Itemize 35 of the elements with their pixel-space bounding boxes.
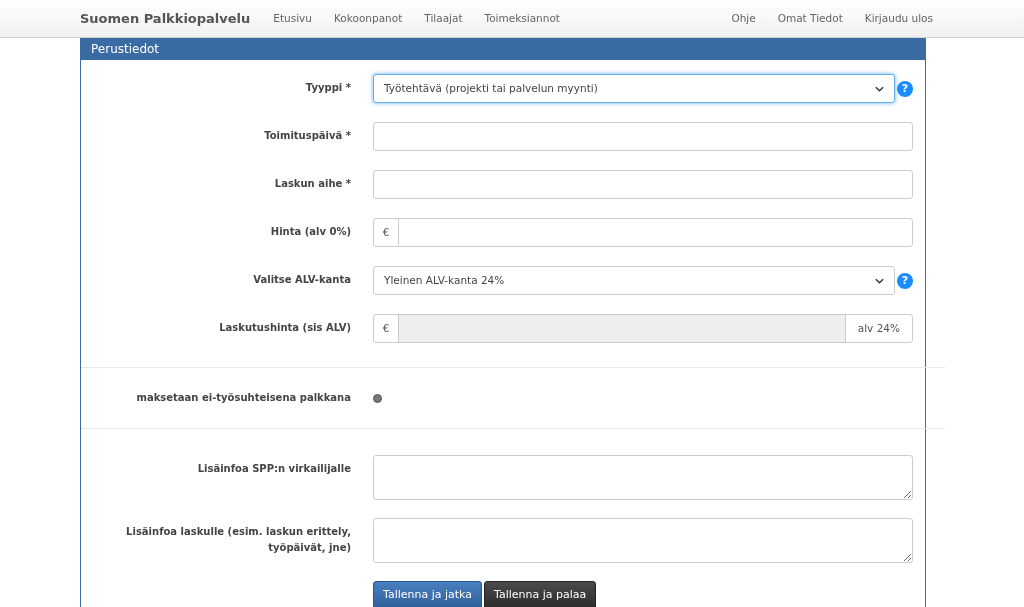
- nav-link[interactable]: Toimeksiannot: [473, 10, 571, 27]
- unit-suffix: alv 24%: [844, 315, 912, 342]
- nav-link[interactable]: Kirjaudu ulos: [853, 10, 944, 27]
- field-label: Hinta (alv 0%): [269, 225, 351, 239]
- help-icon[interactable]: ?: [897, 80, 913, 97]
- currency-prefix: €: [374, 219, 399, 246]
- field-label: Lisäinfoa laskulle (esim. laskun erittely, työpäivät, jne): [125, 525, 351, 555]
- nav-link[interactable]: Tilaajat: [413, 10, 474, 27]
- dropdown[interactable]: Työtehtävä (projekti tai palvelun myynti): [373, 74, 896, 103]
- caret-icon: [875, 85, 885, 92]
- nav-link[interactable]: Ohje: [720, 10, 767, 27]
- text-area[interactable]: [373, 455, 913, 500]
- field-label: maksetaan ei-työsuhteisena palkkana: [135, 391, 351, 405]
- field-label: Laskun aihe *: [273, 177, 351, 191]
- field-label: Lisäinfoa SPP:n virkailijalle: [196, 462, 351, 476]
- help-icon[interactable]: ?: [897, 272, 913, 289]
- save-button[interactable]: Tallenna ja palaa: [484, 581, 597, 607]
- radio-button[interactable]: [373, 393, 382, 403]
- brand-title[interactable]: Suomen Palkkiopalvelu: [80, 8, 251, 29]
- nav-link[interactable]: Omat Tiedot: [766, 10, 854, 27]
- dropdown[interactable]: Yleinen ALV-kanta 24%: [373, 266, 896, 295]
- field-label: Toimituspäivä *: [263, 129, 351, 143]
- input-group[interactable]: €: [373, 218, 913, 247]
- nav-link[interactable]: Etusivu: [262, 10, 323, 27]
- input-group[interactable]: € alv 24%: [373, 314, 913, 343]
- text-area[interactable]: [373, 518, 913, 563]
- field-label: Valitse ALV-kanta: [252, 273, 351, 287]
- input-field[interactable]: [373, 122, 913, 151]
- nav-link[interactable]: Kokoonpanot: [323, 10, 414, 27]
- save-button[interactable]: Tallenna ja jatka: [373, 581, 483, 607]
- input-field[interactable]: [373, 170, 913, 199]
- caret-icon: [875, 277, 885, 284]
- field-label: Laskutushinta (sis ALV): [218, 321, 351, 335]
- field-label: Tyyppi *: [304, 81, 351, 95]
- panel-header: Perustiedot: [81, 38, 925, 60]
